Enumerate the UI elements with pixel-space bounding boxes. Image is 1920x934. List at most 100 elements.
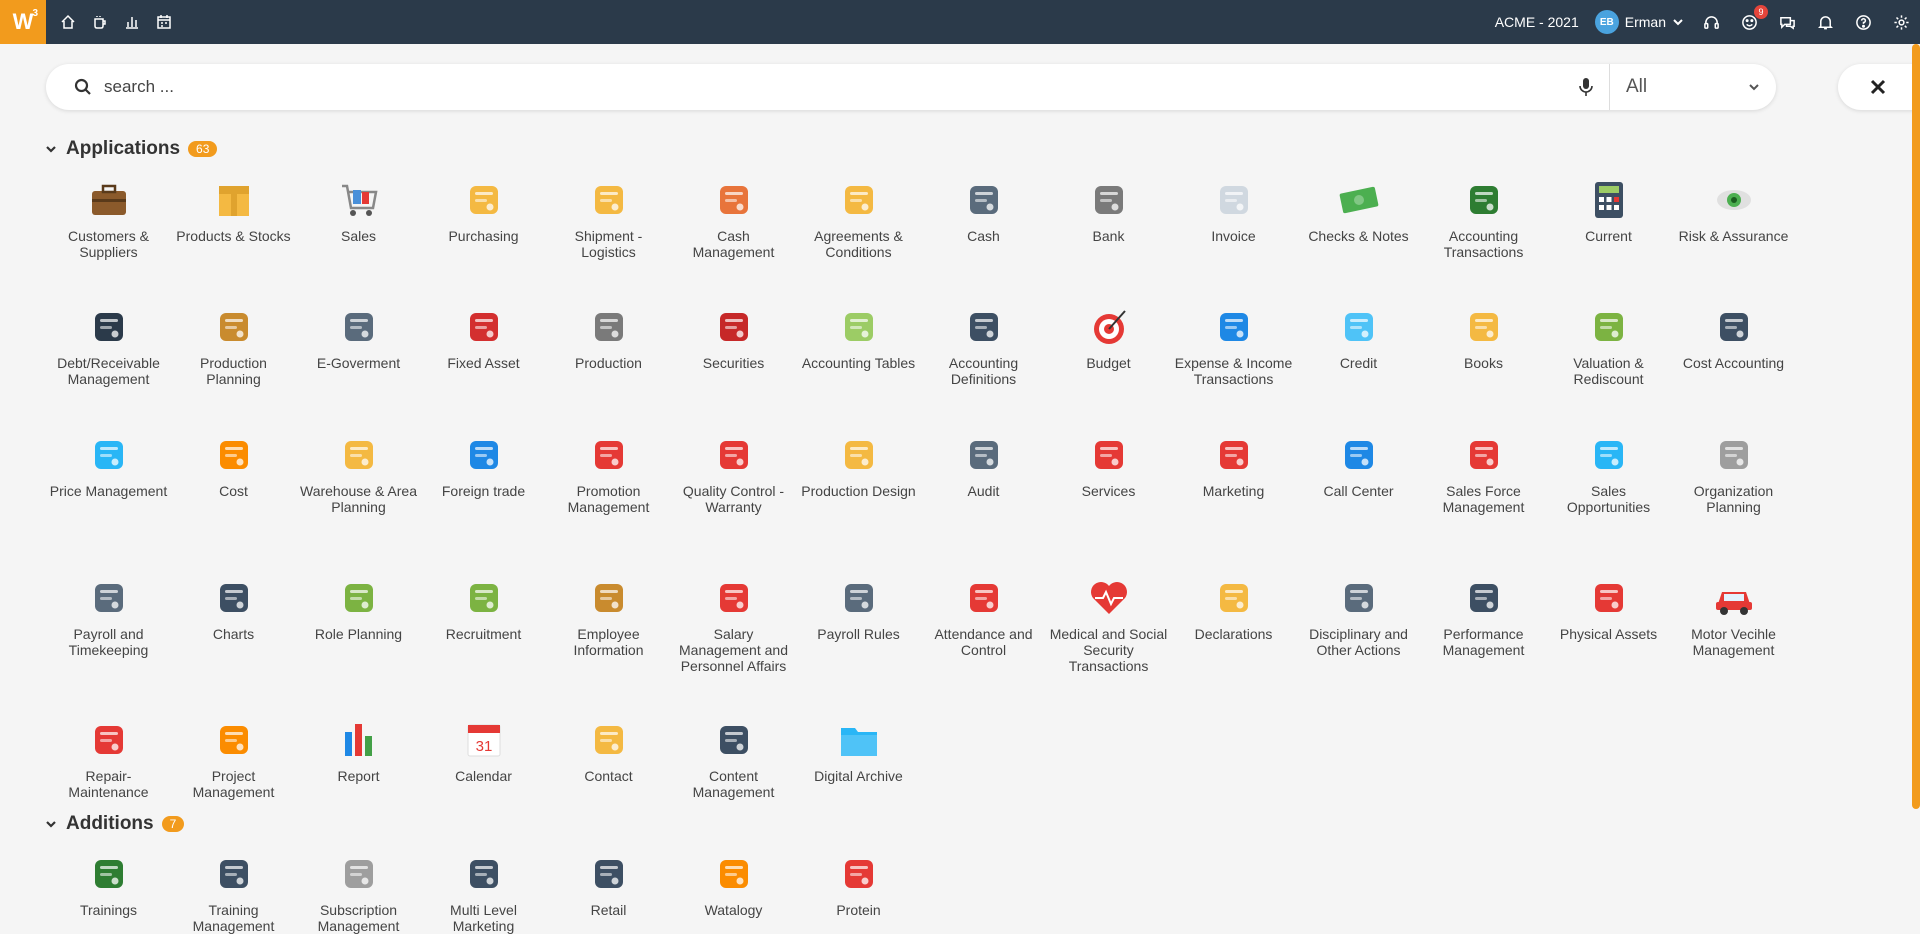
app-label: Content Management — [692, 768, 775, 800]
app-tile[interactable]: Securities — [671, 305, 796, 371]
app-tile[interactable]: Invoice — [1171, 178, 1296, 244]
app-tile[interactable]: Charts — [171, 576, 296, 642]
app-tile[interactable]: Services — [1046, 433, 1171, 499]
app-tile[interactable]: Agreements & Conditions — [796, 178, 921, 260]
search-input[interactable] — [104, 77, 1577, 97]
app-tile[interactable]: Bank — [1046, 178, 1171, 244]
app-tile[interactable]: Cash Management — [671, 178, 796, 260]
app-tile[interactable]: Protein — [796, 852, 921, 918]
home-icon[interactable] — [56, 10, 80, 34]
user-menu[interactable]: EB Erman — [1594, 10, 1684, 34]
calendar-grid-icon — [962, 576, 1006, 620]
app-tile[interactable]: Books — [1421, 305, 1546, 371]
help-icon[interactable] — [1852, 11, 1874, 33]
app-tile[interactable]: Payroll and Timekeeping — [46, 576, 171, 658]
app-tile[interactable]: Medical and Social Security Transactions — [1046, 576, 1171, 674]
app-tile[interactable]: Digital Archive — [796, 718, 921, 784]
app-tile[interactable]: Report — [296, 718, 421, 784]
app-tile[interactable]: Declarations — [1171, 576, 1296, 642]
app-tile[interactable]: Warehouse & Area Planning — [296, 433, 421, 515]
additions-header[interactable]: Additions 7 — [44, 813, 185, 835]
app-tile[interactable]: Role Planning — [296, 576, 421, 642]
app-tile[interactable]: Production Planning — [171, 305, 296, 387]
app-tile[interactable]: Checks & Notes — [1296, 178, 1421, 244]
topbar-right: ACME - 2021 EB Erman 9 — [1495, 5, 1920, 34]
app-tile[interactable]: Expense & Income Transactions — [1171, 305, 1296, 387]
app-tile[interactable]: Training Management — [171, 852, 296, 934]
app-tile[interactable]: Quality Control - Warranty — [671, 433, 796, 515]
app-tile[interactable]: Current — [1546, 178, 1671, 244]
app-tile[interactable]: Salary Management and Personnel Affairs — [671, 576, 796, 674]
app-tile[interactable]: Payroll Rules — [796, 576, 921, 642]
calendar-icon[interactable] — [152, 10, 176, 34]
app-tile[interactable]: Cost — [171, 433, 296, 499]
app-tile[interactable]: Sales Force Management — [1421, 433, 1546, 515]
headset-icon[interactable] — [1700, 11, 1722, 33]
coffee-icon[interactable] — [88, 10, 112, 34]
app-tile[interactable]: Performance Management — [1421, 576, 1546, 658]
app-tile[interactable]: Content Management — [671, 718, 796, 800]
app-tile[interactable]: Accounting Tables — [796, 305, 921, 371]
app-tile[interactable]: Accounting Transactions — [1421, 178, 1546, 260]
app-tile[interactable]: Project Management — [171, 718, 296, 800]
app-tile[interactable]: Valuation & Rediscount — [1546, 305, 1671, 387]
presentation-icon — [712, 718, 756, 762]
search-filter-select[interactable]: All — [1610, 76, 1776, 98]
app-tile[interactable]: Employee Information — [546, 576, 671, 658]
app-tile[interactable]: Budget — [1046, 305, 1171, 371]
app-tile[interactable]: Products & Stocks — [171, 178, 296, 244]
app-logo[interactable]: W3 — [0, 0, 46, 44]
app-tile[interactable]: Purchasing — [421, 178, 546, 244]
app-tile[interactable]: Promotion Management — [546, 433, 671, 515]
applications-header[interactable]: Applications 63 — [44, 138, 218, 160]
app-tile[interactable]: Multi Level Marketing — [421, 852, 546, 934]
app-tile[interactable]: Sales Opportunities — [1546, 433, 1671, 515]
app-tile[interactable]: Disciplinary and Other Actions — [1296, 576, 1421, 658]
app-tile[interactable]: Audit — [921, 433, 1046, 499]
app-tile[interactable]: Risk & Assurance — [1671, 178, 1796, 244]
smiley-icon[interactable]: 9 — [1738, 5, 1768, 33]
app-tile[interactable]: Marketing — [1171, 433, 1296, 499]
app-tile[interactable]: Fixed Asset — [421, 305, 546, 371]
app-tile[interactable]: Accounting Definitions — [921, 305, 1046, 387]
app-tile[interactable]: Debt/Receivable Management — [46, 305, 171, 387]
app-label: Calendar — [455, 768, 512, 784]
app-tile[interactable]: Organization Planning — [1671, 433, 1796, 515]
app-tile[interactable]: Retail — [546, 852, 671, 918]
app-tile[interactable]: Shipment - Logistics — [546, 178, 671, 260]
chevron-down-icon — [1749, 84, 1759, 91]
app-tile[interactable]: Subscription Management — [296, 852, 421, 934]
app-tile[interactable]: E-Goverment — [296, 305, 421, 371]
app-label: Performance Management — [1442, 626, 1525, 658]
app-tile[interactable]: Watalogy — [671, 852, 796, 918]
app-tile[interactable]: Cost Accounting — [1671, 305, 1796, 371]
app-tile[interactable]: Production — [546, 305, 671, 371]
app-tile[interactable]: Sales — [296, 178, 421, 244]
app-tile[interactable]: Credit — [1296, 305, 1421, 371]
certificate-icon — [1212, 576, 1256, 620]
app-tile[interactable]: Physical Assets — [1546, 576, 1671, 642]
close-button[interactable] — [1838, 64, 1918, 110]
scrollbar[interactable] — [1912, 44, 1920, 809]
app-tile[interactable]: Recruitment — [421, 576, 546, 642]
bar-chart-icon[interactable] — [120, 10, 144, 34]
app-tile[interactable]: Customers & Suppliers — [46, 178, 171, 260]
factory-icon — [587, 305, 631, 349]
chat-icon[interactable] — [1776, 11, 1798, 33]
app-tile[interactable]: Trainings — [46, 852, 171, 918]
app-tile[interactable]: Motor Vecihle Management — [1671, 576, 1796, 658]
gear-icon[interactable] — [1890, 11, 1912, 33]
app-tile[interactable]: 31 Calendar — [421, 718, 546, 784]
app-tile[interactable]: Repair-Maintenance — [46, 718, 171, 800]
app-tile[interactable]: Attendance and Control — [921, 576, 1046, 658]
app-tile[interactable]: Foreign trade — [421, 433, 546, 499]
company-selector[interactable]: ACME - 2021 — [1495, 14, 1579, 30]
app-tile[interactable]: Call Center — [1296, 433, 1421, 499]
app-tile[interactable]: Price Management — [46, 433, 171, 499]
app-tile[interactable]: Production Design — [796, 433, 921, 499]
microphone-icon[interactable] — [1577, 77, 1595, 97]
chevron-down-icon — [46, 821, 56, 828]
app-tile[interactable]: Contact — [546, 718, 671, 784]
app-tile[interactable]: Cash — [921, 178, 1046, 244]
bell-icon[interactable] — [1814, 11, 1836, 33]
